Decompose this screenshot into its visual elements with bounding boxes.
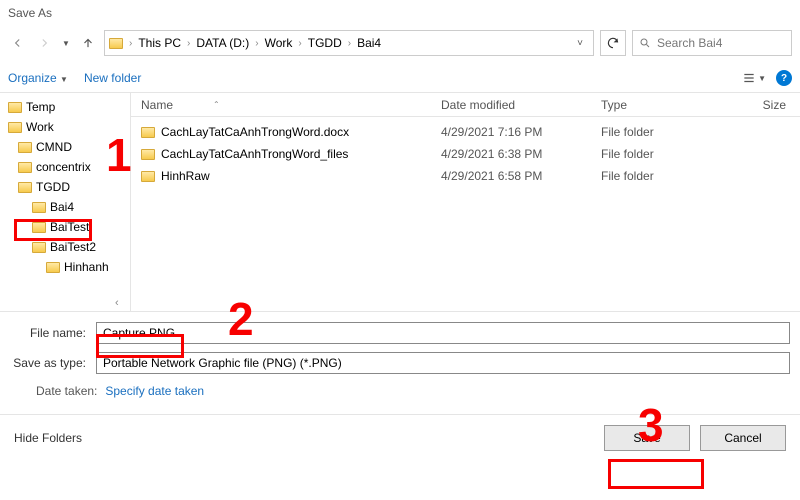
tree-item-bai4[interactable]: Bai4 — [0, 197, 130, 217]
toolbar: Organize ▼ New folder ▼ ? — [0, 64, 800, 93]
organize-menu[interactable]: Organize ▼ — [8, 71, 68, 85]
folder-icon — [46, 262, 60, 273]
new-folder-button[interactable]: New folder — [84, 71, 141, 85]
chevron-right-icon: › — [125, 38, 136, 49]
view-mode-button[interactable]: ▼ — [742, 71, 766, 85]
sort-chevron-icon: ⌃ — [213, 100, 220, 109]
folder-icon — [32, 202, 46, 213]
hide-folders-button[interactable]: Hide Folders — [14, 431, 82, 445]
date-taken-link[interactable]: Specify date taken — [105, 384, 204, 398]
folder-icon — [18, 142, 32, 153]
window-title: Save As — [0, 0, 800, 26]
filename-input[interactable] — [96, 322, 790, 344]
chevron-right-icon: › — [344, 38, 355, 49]
chevron-right-icon: › — [183, 38, 194, 49]
folder-icon — [18, 162, 32, 173]
crumb-bai4[interactable]: Bai4 — [355, 36, 383, 50]
scroll-left-icon[interactable]: ‹ — [115, 297, 119, 309]
address-dropdown[interactable]: ˅ — [571, 38, 589, 49]
tree-item-tgdd[interactable]: TGDD — [0, 177, 130, 197]
file-row[interactable]: CachLayTatCaAnhTrongWord.docx 4/29/2021 … — [131, 121, 800, 143]
date-taken-label: Date taken: — [36, 384, 97, 398]
folder-icon — [18, 182, 32, 193]
tree-item-baitest2[interactable]: BaiTest2 — [0, 237, 130, 257]
chevron-right-icon: › — [294, 38, 305, 49]
column-headers[interactable]: Name ⌃ Date modified Type Size — [131, 93, 800, 117]
savetype-select[interactable] — [96, 352, 790, 374]
up-button[interactable] — [78, 33, 98, 53]
search-icon — [639, 37, 651, 49]
col-size[interactable]: Size — [701, 98, 800, 112]
tree-item-temp[interactable]: Temp — [0, 97, 130, 117]
file-row[interactable]: HinhRaw 4/29/2021 6:58 PM File folder — [131, 165, 800, 187]
folder-icon — [32, 222, 46, 233]
crumb-drive[interactable]: DATA (D:) — [194, 36, 251, 50]
col-type[interactable]: Type — [591, 98, 701, 112]
folder-icon — [141, 171, 155, 182]
search-input[interactable]: Search Bai4 — [632, 30, 792, 56]
address-bar[interactable]: › This PC › DATA (D:) › Work › TGDD › Ba… — [104, 30, 594, 56]
save-button[interactable]: Save — [604, 425, 690, 451]
crumb-this-pc[interactable]: This PC — [136, 36, 183, 50]
forward-button[interactable] — [34, 33, 54, 53]
folder-icon — [32, 242, 46, 253]
back-button[interactable] — [8, 33, 28, 53]
recent-dropdown[interactable]: ▼ — [60, 33, 72, 53]
dialog-footer: Hide Folders Save Cancel — [0, 414, 800, 461]
tree-item-concentrix[interactable]: concentrix — [0, 157, 130, 177]
tree-item-baitest[interactable]: BaiTest — [0, 217, 130, 237]
file-list: Name ⌃ Date modified Type Size CachLayTat… — [130, 93, 800, 311]
crumb-work[interactable]: Work — [263, 36, 295, 50]
tree-item-work[interactable]: Work — [0, 117, 130, 137]
folder-icon — [141, 149, 155, 160]
folder-icon — [109, 38, 123, 49]
crumb-tgdd[interactable]: TGDD — [306, 36, 344, 50]
folder-icon — [141, 127, 155, 138]
chevron-right-icon: › — [251, 38, 262, 49]
savetype-label: Save as type: — [10, 356, 96, 370]
nav-row: ▼ › This PC › DATA (D:) › Work › TGDD › … — [0, 26, 800, 64]
col-date[interactable]: Date modified — [431, 98, 591, 112]
col-name[interactable]: Name — [141, 98, 173, 112]
help-icon[interactable]: ? — [776, 70, 792, 86]
save-form: File name: Save as type: Date taken: Spe… — [0, 311, 800, 414]
folder-tree[interactable]: Temp Work CMND concentrix TGDD Bai4 BaiT… — [0, 93, 130, 311]
cancel-button[interactable]: Cancel — [700, 425, 786, 451]
annotation-box-3 — [608, 459, 704, 489]
tree-item-cmnd[interactable]: CMND — [0, 137, 130, 157]
search-placeholder: Search Bai4 — [657, 36, 722, 50]
folder-icon — [8, 122, 22, 133]
refresh-button[interactable] — [600, 30, 626, 56]
filename-label: File name: — [10, 326, 96, 340]
tree-item-hinhanh[interactable]: Hinhanh — [0, 257, 130, 277]
folder-icon — [8, 102, 22, 113]
file-row[interactable]: CachLayTatCaAnhTrongWord_files 4/29/2021… — [131, 143, 800, 165]
